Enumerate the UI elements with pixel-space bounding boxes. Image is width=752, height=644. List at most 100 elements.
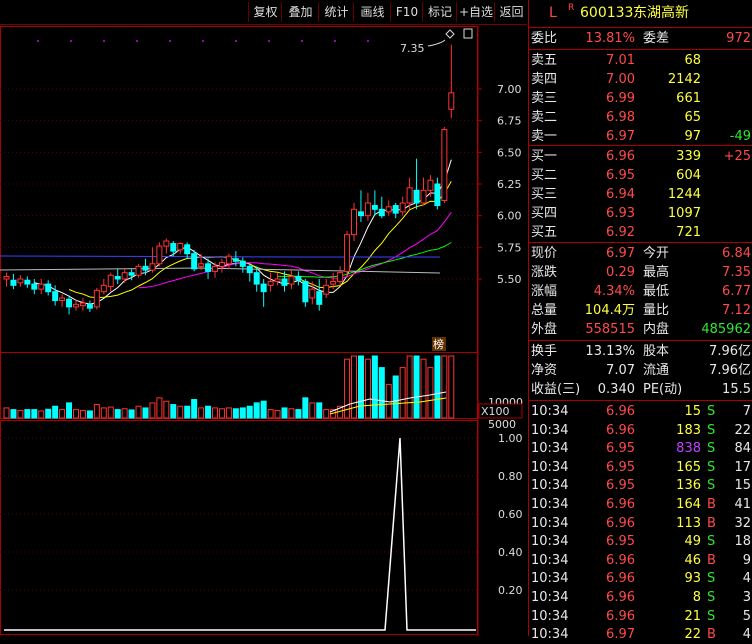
stat-value: 0.29 (606, 265, 635, 280)
level-price: 7.01 (606, 53, 635, 68)
sell-level-4: 卖四 7.00 2142 (529, 70, 752, 89)
level-volume: 604 (676, 168, 701, 183)
level-price: 6.98 (606, 110, 635, 125)
tick-count: 7 (742, 404, 751, 419)
level-volume: 721 (676, 225, 701, 240)
candle-body (142, 265, 149, 271)
stock-name: 东湖高新 (633, 5, 689, 21)
buy-level-3: 买三 6.94 1244 (529, 185, 752, 204)
candle-body (184, 244, 191, 255)
fund-label: 流通 (643, 363, 670, 378)
volume-bar (288, 408, 295, 419)
tick-side: S (707, 590, 716, 605)
toolbar-button-3[interactable]: 画线 (353, 2, 391, 22)
window-icon[interactable] (463, 28, 473, 39)
candle-body (378, 208, 385, 217)
tick-count: 3 (742, 590, 751, 605)
volume-bar (73, 409, 79, 419)
kline-chart[interactable]: 7.006.756.506.256.005.755.501000050001.0… (0, 26, 528, 636)
level-volume: 97 (684, 129, 701, 144)
diamond-icon[interactable] (445, 29, 455, 39)
candle-body (163, 240, 170, 247)
candle-body (66, 298, 73, 308)
tick-side: S (707, 422, 716, 438)
candle-body (79, 302, 86, 307)
buy-level-4: 买四 6.93 1097 (529, 204, 752, 223)
volume-bars (3, 355, 455, 419)
volume-bar (295, 409, 302, 419)
tick-side: S (707, 404, 716, 419)
stat-value: 7.12 (722, 303, 751, 318)
volume-bar (184, 405, 191, 419)
tick-time: 10:34 (531, 590, 569, 605)
level-label: 卖四 (531, 72, 558, 87)
tick-side: S (707, 571, 716, 587)
toolbar-button-0[interactable]: 复权 (248, 2, 282, 22)
buy-level-2: 买二 6.95 604 (529, 166, 752, 185)
volume-bar (45, 408, 52, 419)
candle-body (413, 189, 420, 204)
toolbar-button-4[interactable]: F10 (390, 2, 423, 22)
tick-row: 10:34 6.97 22 B 4 (529, 625, 752, 644)
candle-body (434, 183, 441, 207)
ma-line-long (0, 255, 440, 258)
toolbar-button-5[interactable]: 标记 (422, 2, 457, 22)
candle-body (392, 205, 399, 214)
candle-body (73, 303, 79, 308)
tick-side: B (707, 515, 716, 531)
toolbar-button-6[interactable]: +自选 (456, 2, 495, 22)
title-r: R (568, 3, 575, 13)
tick-side: S (707, 534, 716, 550)
stat-label: 今开 (643, 246, 670, 261)
toolbar-button-1[interactable]: 叠加 (281, 2, 319, 22)
candle-body (239, 260, 246, 267)
stat-label: 涨幅 (531, 284, 558, 299)
candle-body (212, 265, 218, 272)
volume-bar (274, 409, 281, 419)
tick-volume: 21 (684, 608, 701, 624)
stat-row-0: 现价 6.97 今开 6.84 (529, 244, 752, 263)
volume-bar (420, 358, 427, 419)
fund-value: 0.340 (597, 382, 635, 397)
sell-level-1: 卖一 6.97 97 -49 (529, 127, 752, 146)
candle-body (17, 278, 24, 284)
stat-label: 最高 (643, 265, 670, 280)
level-label: 买四 (531, 206, 558, 221)
candle-body (267, 281, 274, 286)
tick-count: 22 (734, 422, 751, 438)
stat-value: 6.77 (722, 284, 751, 299)
price-tick: 6.25 (497, 178, 522, 191)
price-tick: 6.50 (497, 146, 522, 159)
volume-bar (31, 409, 38, 419)
tick-volume: 8 (692, 590, 701, 605)
high-arrow (427, 39, 446, 47)
candle-body (364, 202, 371, 217)
tick-price: 6.95 (606, 534, 635, 550)
candle-body (302, 281, 309, 303)
volume-bar (378, 367, 385, 419)
volume-bar (239, 407, 246, 419)
volume-bar (86, 410, 93, 419)
level-volume: 2142 (667, 72, 701, 87)
toolbar-button-7[interactable]: 返回 (494, 2, 528, 22)
level-change: -49 (729, 129, 751, 144)
tick-volume: 183 (676, 422, 701, 438)
fund-label: 收益(三) (531, 382, 581, 397)
tick-row: 10:34 6.96 21 S 5 (529, 607, 752, 626)
stat-value: 485962 (701, 322, 751, 337)
candle-body (170, 243, 177, 252)
tick-price: 6.95 (606, 459, 635, 475)
toolbar-button-2[interactable]: 统计 (318, 2, 354, 22)
level-label: 买三 (531, 187, 558, 202)
volume-bar (24, 409, 31, 419)
tick-price: 6.96 (606, 404, 635, 419)
volume-bar (38, 410, 45, 419)
candle-body (330, 281, 337, 285)
tick-count: 5 (742, 608, 751, 624)
tick-time: 10:34 (531, 515, 569, 531)
volume-bar (198, 407, 205, 419)
level-volume: 1244 (667, 187, 701, 202)
fund-label: 净资 (531, 363, 558, 378)
volume-bar (17, 409, 24, 419)
indicator-series (4, 437, 476, 631)
